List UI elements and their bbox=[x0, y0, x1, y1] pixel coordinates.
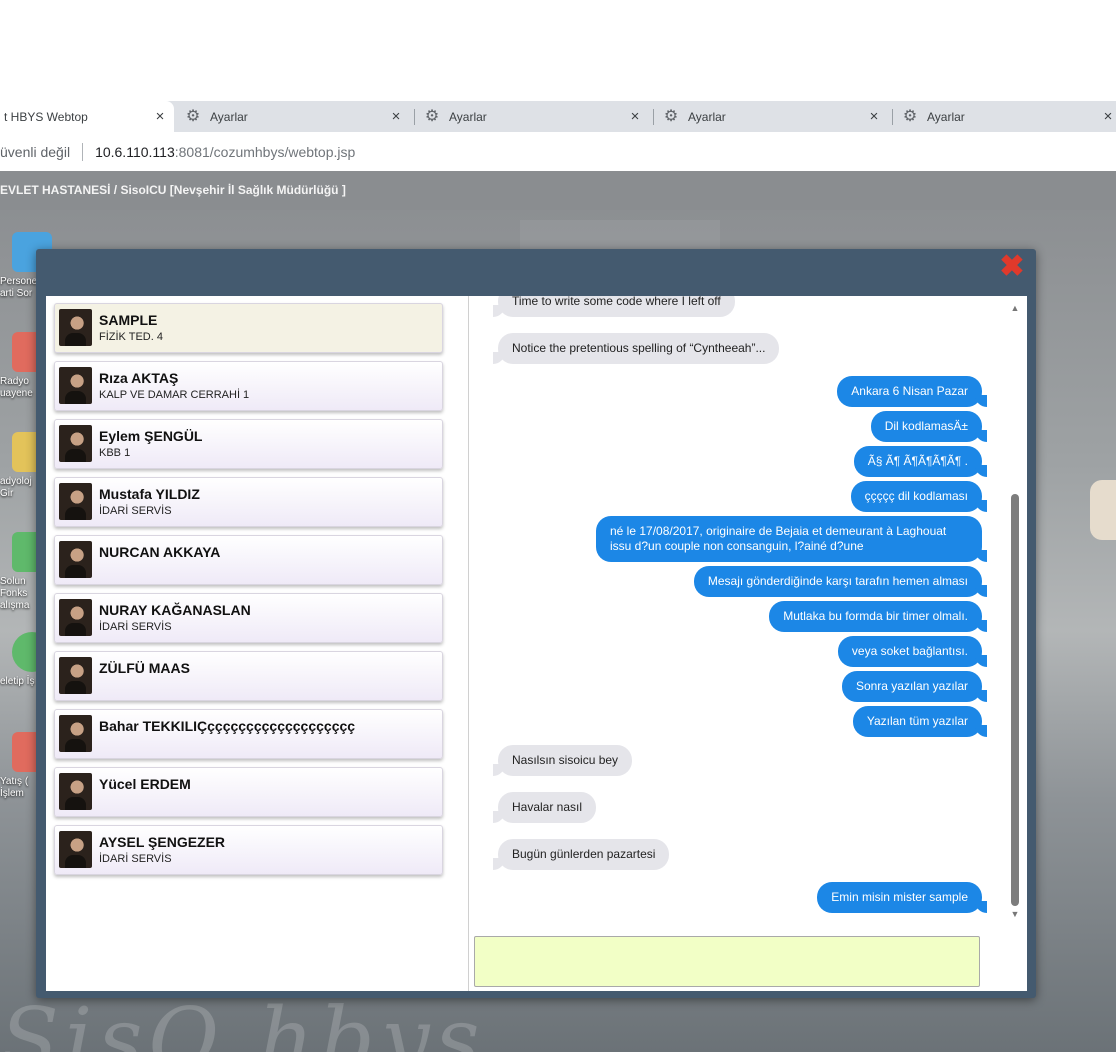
contact-item[interactable]: Bahar TEKKILIÇççççççççççççççççççç bbox=[54, 709, 443, 759]
contact-name: Eylem ŞENGÜL bbox=[99, 428, 203, 444]
brand-watermark: SisO hbys bbox=[0, 990, 486, 1052]
close-tab-icon[interactable]: × bbox=[388, 108, 404, 125]
tab-title: Ayarlar bbox=[927, 109, 965, 124]
avatar bbox=[59, 773, 92, 810]
message-incoming: Nasılsın sisoicu bey bbox=[492, 745, 633, 776]
gear-icon: ⚙ bbox=[424, 107, 440, 125]
contact-department: İDARİ SERVİS bbox=[99, 505, 172, 517]
message-outgoing: Dil kodlamasÄ± bbox=[870, 411, 988, 442]
close-icon[interactable]: ✖ bbox=[999, 252, 1025, 282]
message-outgoing: Mesajı gönderdiğinde karşı tarafın hemen… bbox=[693, 566, 988, 597]
message-outgoing: ççççç dil kodlaması bbox=[850, 481, 988, 512]
contact-name: SAMPLE bbox=[99, 312, 158, 328]
message-outgoing: Ankara 6 Nisan Pazar bbox=[837, 376, 987, 407]
tab-ayarlar-2[interactable]: ⚙ Ayarlar × bbox=[423, 101, 651, 132]
tab-title: Ayarlar bbox=[210, 109, 248, 124]
browser-tab-bar: t HBYS Webtop × ⚙ Ayarlar × ⚙ Ayarlar × … bbox=[0, 101, 1116, 132]
contact-department: İDARİ SERVİS bbox=[99, 621, 172, 633]
tab-separator bbox=[892, 109, 893, 125]
contact-name: ZÜLFÜ MAAS bbox=[99, 660, 190, 676]
contact-name: Rıza AKTAŞ bbox=[99, 370, 179, 386]
message-outgoing: Mutlaka bu formda bir timer olmalı. bbox=[769, 601, 987, 632]
message-outgoing: Ã§ Ã¶ Ã¶Ã¶Ã¶Ã¶ . bbox=[853, 446, 988, 477]
close-tab-icon[interactable]: × bbox=[1100, 108, 1116, 125]
contact-item[interactable]: Yücel ERDEM bbox=[54, 767, 443, 817]
tab-separator bbox=[414, 109, 415, 125]
tab-title: Ayarlar bbox=[449, 109, 487, 124]
contact-item[interactable]: Mustafa YILDIZ İDARİ SERVİS bbox=[54, 477, 443, 527]
contact-name: Mustafa YILDIZ bbox=[99, 486, 200, 502]
chat-panel: Time to write some code where I left off… bbox=[470, 296, 1027, 991]
contact-department: İDARİ SERVİS bbox=[99, 853, 172, 865]
tab-ayarlar-1[interactable]: ⚙ Ayarlar × bbox=[184, 101, 412, 132]
scroll-up-icon[interactable]: ▲ bbox=[1010, 302, 1020, 314]
contact-name: AYSEL ŞENGEZER bbox=[99, 834, 226, 850]
tab-ayarlar-4[interactable]: ⚙ Ayarlar × bbox=[901, 101, 1116, 132]
avatar bbox=[59, 599, 92, 636]
contact-item[interactable]: NURAY KAĞANASLAN İDARİ SERVİS bbox=[54, 593, 443, 643]
tab-hbys-webtop[interactable]: t HBYS Webtop × bbox=[0, 101, 174, 132]
message-outgoing: Sonra yazılan yazılar bbox=[841, 671, 988, 702]
message-outgoing: Yazılan tüm yazılar bbox=[852, 706, 988, 737]
scroll-down-icon[interactable]: ▼ bbox=[1010, 908, 1020, 920]
security-warning[interactable]: üvenli değil bbox=[0, 144, 70, 160]
message-list[interactable]: Time to write some code where I left off… bbox=[470, 296, 1027, 926]
contact-name: Bahar TEKKILIÇççççççççççççççççççç bbox=[99, 718, 356, 734]
scrollbar-thumb[interactable] bbox=[1011, 494, 1019, 906]
tab-title: t HBYS Webtop bbox=[4, 109, 88, 124]
gear-icon: ⚙ bbox=[663, 107, 679, 125]
close-tab-icon[interactable]: × bbox=[152, 108, 168, 125]
tab-title: Ayarlar bbox=[688, 109, 726, 124]
message-outgoing: né le 17/08/2017, originaire de Bejaia e… bbox=[596, 516, 987, 562]
contact-name: Yücel ERDEM bbox=[99, 776, 191, 792]
avatar bbox=[59, 367, 92, 404]
address-divider bbox=[82, 142, 84, 161]
gear-icon: ⚙ bbox=[185, 107, 201, 125]
url-host[interactable]: 10.6.110.113 bbox=[95, 144, 175, 160]
contact-department: KBB 1 bbox=[99, 447, 131, 459]
chat-modal-body: SAMPLE FİZİK TED. 4 Rıza AKTAŞ KALP VE D… bbox=[46, 296, 1027, 991]
chat-modal: ✖ SAMPLE FİZİK TED. 4 Rıza AKTAŞ KALP VE… bbox=[36, 249, 1036, 998]
avatar bbox=[59, 715, 92, 752]
gear-icon: ⚙ bbox=[902, 107, 918, 125]
avatar bbox=[59, 831, 92, 868]
avatar bbox=[59, 541, 92, 578]
tab-ayarlar-3[interactable]: ⚙ Ayarlar × bbox=[662, 101, 890, 132]
contact-item[interactable]: AYSEL ŞENGEZER İDARİ SERVİS bbox=[54, 825, 443, 875]
avatar bbox=[59, 657, 92, 694]
contact-name: NURAY KAĞANASLAN bbox=[99, 602, 251, 618]
message-incoming: Time to write some code where I left off bbox=[493, 296, 735, 317]
contact-department: KALP VE DAMAR CERRAHİ 1 bbox=[99, 389, 250, 401]
app-header-title: EVLET HASTANESİ / SisoICU [Nevşehir İl S… bbox=[0, 171, 1116, 210]
avatar bbox=[59, 483, 92, 520]
avatar bbox=[59, 309, 92, 346]
contact-item[interactable]: Rıza AKTAŞ KALP VE DAMAR CERRAHİ 1 bbox=[54, 361, 443, 411]
contact-item[interactable]: Eylem ŞENGÜL KBB 1 bbox=[54, 419, 443, 469]
close-tab-icon[interactable]: × bbox=[627, 108, 643, 125]
message-input[interactable] bbox=[474, 936, 980, 987]
contact-department: FİZİK TED. 4 bbox=[99, 331, 163, 343]
message-scrollbar[interactable]: ▲ ▼ bbox=[1010, 302, 1020, 920]
contact-item[interactable]: NURCAN AKKAYA bbox=[54, 535, 443, 585]
close-tab-icon[interactable]: × bbox=[866, 108, 882, 125]
message-incoming: Havalar nasıl bbox=[492, 792, 597, 823]
address-bar[interactable]: üvenli değil 10.6.110.113 :8081/cozumhby… bbox=[0, 132, 1116, 171]
contact-list: SAMPLE FİZİK TED. 4 Rıza AKTAŞ KALP VE D… bbox=[46, 296, 469, 991]
message-incoming: Bugün günlerden pazartesi bbox=[492, 839, 670, 870]
lamp-decoration bbox=[1090, 480, 1116, 540]
contact-item[interactable]: SAMPLE FİZİK TED. 4 bbox=[54, 303, 443, 353]
avatar bbox=[59, 425, 92, 462]
message-outgoing: veya soket bağlantısı. bbox=[837, 636, 988, 667]
message-outgoing: Emin misin mister sample bbox=[817, 882, 987, 913]
tab-separator bbox=[653, 109, 654, 125]
url-path[interactable]: :8081/cozumhbys/webtop.jsp bbox=[175, 144, 356, 160]
message-incoming: Notice the pretentious spelling of “Cynt… bbox=[492, 333, 780, 364]
contact-item[interactable]: ZÜLFÜ MAAS bbox=[54, 651, 443, 701]
contact-name: NURCAN AKKAYA bbox=[99, 544, 221, 560]
